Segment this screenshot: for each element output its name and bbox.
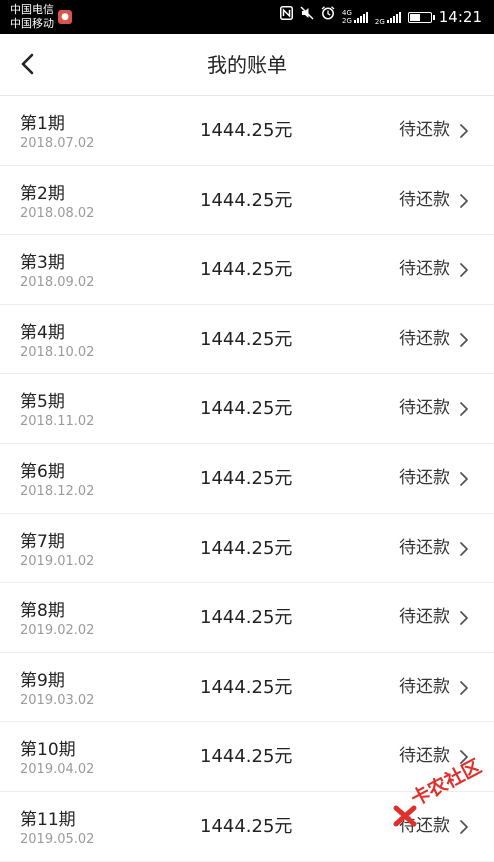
chevron-right-icon bbox=[460, 193, 468, 208]
bill-status: 待还款 bbox=[399, 398, 450, 419]
bill-row[interactable]: 第5期 2018.11.02 1444.25元 待还款 bbox=[0, 374, 494, 444]
bill-amount: 1444.25元 bbox=[200, 259, 293, 281]
chevron-right-icon bbox=[460, 680, 468, 695]
bill-status: 待还款 bbox=[399, 676, 450, 697]
bill-amount: 1444.25元 bbox=[200, 746, 293, 768]
bill-period: 第1期 bbox=[20, 114, 65, 134]
bill-period: 第11期 bbox=[20, 809, 76, 830]
bill-period: 第5期 bbox=[20, 392, 65, 413]
bill-status: 待还款 bbox=[399, 189, 450, 210]
bill-period: 第2期 bbox=[20, 183, 65, 204]
chevron-right-icon bbox=[460, 820, 468, 834]
bill-status: 待还款 bbox=[399, 815, 450, 836]
carrier-2: 中国移动 bbox=[10, 17, 54, 30]
bill-row[interactable]: 第1期 2018.07.02 1444.25元 待还款 bbox=[0, 96, 494, 166]
carrier-1: 中国电信 bbox=[10, 3, 54, 16]
chevron-right-icon bbox=[460, 263, 468, 278]
bill-due-date: 2019.05.02 bbox=[20, 831, 95, 847]
bill-row[interactable]: 第4期 2018.10.02 1444.25元 待还款 bbox=[0, 305, 494, 375]
chevron-right-icon bbox=[460, 611, 468, 626]
signal-bars-1-icon bbox=[353, 11, 368, 23]
bill-status: 待还款 bbox=[399, 607, 450, 628]
bill-row[interactable]: 第2期 2018.08.02 1444.25元 待还款 bbox=[0, 166, 494, 236]
bill-due-date: 2019.04.02 bbox=[20, 762, 95, 778]
net-tag-2g-a: 2G bbox=[341, 17, 352, 25]
bill-amount: 1444.25元 bbox=[200, 328, 293, 350]
bill-amount: 1444.25元 bbox=[200, 398, 293, 420]
chevron-right-icon bbox=[460, 541, 468, 556]
bill-due-date: 2018.10.02 bbox=[20, 344, 95, 360]
chevron-right-icon bbox=[460, 402, 468, 417]
bill-period: 第9期 bbox=[20, 670, 65, 691]
clock: 14:21 bbox=[438, 8, 482, 26]
chevron-right-icon bbox=[460, 472, 468, 486]
bill-due-date: 2018.09.02 bbox=[20, 275, 95, 291]
bill-row[interactable]: 第9期 2019.03.02 1444.25元 待还款 bbox=[0, 653, 494, 723]
mute-icon bbox=[300, 0, 314, 34]
bill-period: 第10期 bbox=[20, 740, 76, 761]
bill-row[interactable]: 第3期 2018.09.02 1444.25元 待还款 bbox=[0, 235, 494, 305]
bill-due-date: 2019.02.02 bbox=[20, 623, 95, 639]
bill-period: 第7期 bbox=[20, 531, 65, 552]
alarm-icon bbox=[321, 0, 335, 34]
bill-amount: 1444.25元 bbox=[200, 676, 293, 698]
bill-status: 待还款 bbox=[399, 120, 450, 140]
status-bar: 中国电信 中国移动 ● 4G 2G 2G 14:21 bbox=[0, 0, 494, 34]
bill-row[interactable]: 第7期 2019.01.02 1444.25元 待还款 bbox=[0, 514, 494, 584]
battery-icon bbox=[407, 11, 435, 23]
bill-period: 第6期 bbox=[20, 461, 65, 482]
bill-row[interactable]: 第11期 2019.05.02 1444.25元 待还款 bbox=[0, 792, 494, 862]
bill-period: 第4期 bbox=[20, 322, 65, 343]
bill-status: 待还款 bbox=[399, 328, 450, 349]
bill-due-date: 2018.11.02 bbox=[20, 414, 95, 430]
carrier-names: 中国电信 中国移动 bbox=[10, 3, 54, 31]
signal-bars-2-icon bbox=[386, 11, 401, 23]
bill-row[interactable]: 第10期 2019.04.02 1444.25元 待还款 bbox=[0, 722, 494, 792]
bill-period: 第8期 bbox=[20, 601, 65, 622]
chevron-right-icon bbox=[460, 750, 468, 765]
bill-status: 待还款 bbox=[399, 537, 450, 558]
status-icons: 4G 2G 2G 14:21 bbox=[279, 0, 482, 34]
bill-amount: 1444.25元 bbox=[200, 815, 293, 837]
net-tag-2g-b: 2G bbox=[374, 17, 385, 26]
bill-period: 第3期 bbox=[20, 253, 65, 274]
bill-amount: 1444.25元 bbox=[200, 607, 293, 629]
bill-status: 待还款 bbox=[399, 746, 450, 767]
bill-list: 第1期 2018.07.02 1444.25元 待还款 第2期 2018.08.02 144… bbox=[0, 96, 494, 862]
signal-2-group: 2G bbox=[375, 9, 401, 26]
bill-due-date: 2019.01.02 bbox=[20, 553, 95, 569]
signal-1-group: 4G 2G bbox=[342, 9, 368, 25]
bill-row[interactable]: 第8期 2019.02.02 1444.25元 待还款 bbox=[0, 583, 494, 653]
bill-due-date: 2018.08.02 bbox=[20, 205, 95, 221]
bill-amount: 1444.25元 bbox=[200, 537, 293, 559]
bill-amount: 1444.25元 bbox=[200, 120, 293, 141]
nfc-icon bbox=[279, 0, 293, 34]
bill-status: 待还款 bbox=[399, 467, 450, 488]
page-header: 我的账单 bbox=[0, 34, 494, 96]
bill-due-date: 2018.07.02 bbox=[20, 136, 95, 151]
bill-due-date: 2019.03.02 bbox=[20, 692, 95, 708]
bill-due-date: 2018.12.02 bbox=[20, 483, 95, 499]
bill-row[interactable]: 第6期 2018.12.02 1444.25元 待还款 bbox=[0, 444, 494, 514]
notification-app-icon: ● bbox=[58, 10, 72, 24]
page-title: 我的账单 bbox=[207, 53, 287, 77]
bill-amount: 1444.25元 bbox=[200, 467, 293, 489]
chevron-right-icon bbox=[460, 332, 468, 347]
bill-status: 待还款 bbox=[399, 259, 450, 280]
chevron-right-icon bbox=[460, 124, 468, 138]
bill-amount: 1444.25元 bbox=[200, 189, 293, 211]
net-tag-4g: 4G bbox=[341, 9, 352, 17]
